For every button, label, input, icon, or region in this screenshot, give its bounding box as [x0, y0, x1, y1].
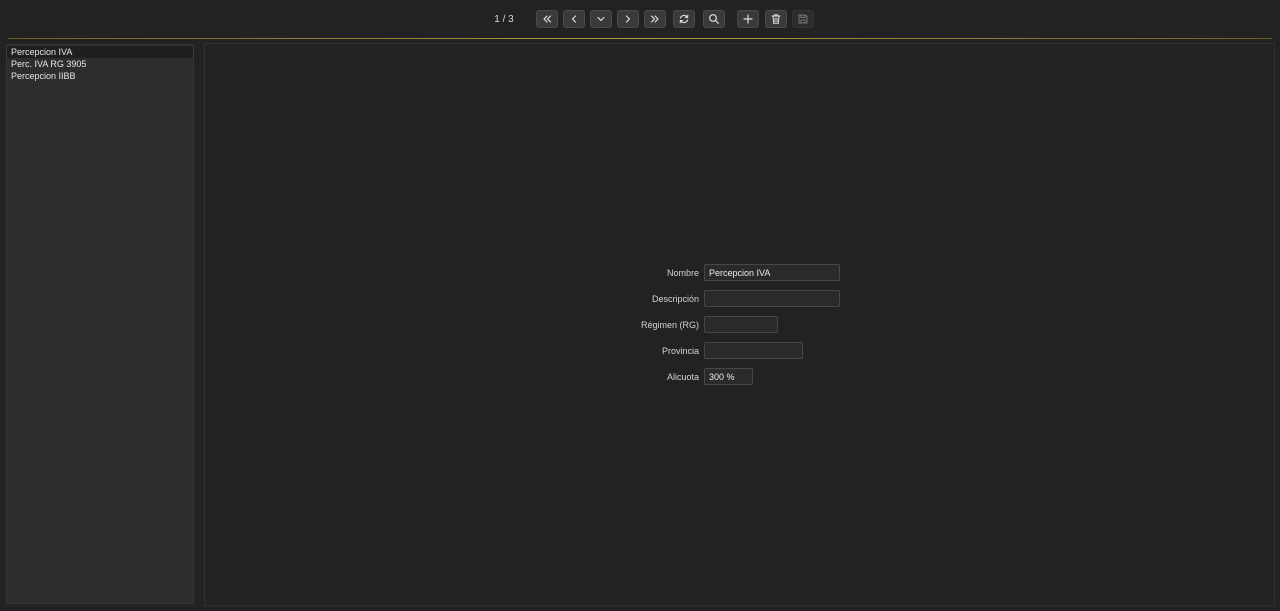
next-record-button[interactable]: [617, 10, 639, 28]
refresh-icon: [679, 14, 689, 24]
toolbar-divider: [8, 38, 1272, 39]
alicuota-row: Alicuota: [505, 369, 699, 387]
descripcion-row: Descripción: [505, 291, 699, 309]
plus-icon: [743, 14, 753, 24]
descripcion-label: Descripción: [651, 294, 699, 304]
provincia-select[interactable]: [704, 342, 803, 359]
chevron-right-icon: [625, 15, 631, 23]
nombre-label: Nombre: [666, 268, 699, 278]
previous-record-button[interactable]: [563, 10, 585, 28]
dropdown-button[interactable]: [590, 10, 612, 28]
list-item-percepcion-iva[interactable]: Percepcion IVA: [7, 46, 193, 58]
first-record-button[interactable]: [536, 10, 558, 28]
delete-button[interactable]: [765, 10, 787, 28]
search-button[interactable]: [703, 10, 725, 28]
toolbar: 1 / 3: [0, 0, 1280, 38]
double-chevron-right-icon: [650, 15, 659, 23]
trash-icon: [771, 14, 781, 24]
add-button[interactable]: [737, 10, 759, 28]
last-record-button[interactable]: [644, 10, 666, 28]
save-button[interactable]: [792, 10, 814, 28]
provincia-label: Provincia: [661, 346, 699, 356]
list-item-percepcion-iibb[interactable]: Percepcion IIBB: [7, 70, 193, 82]
nombre-row: Nombre: [505, 265, 699, 283]
provincia-row: Provincia: [505, 343, 699, 361]
refresh-button[interactable]: [673, 10, 695, 28]
nombre-input[interactable]: [704, 264, 840, 281]
descripcion-input[interactable]: [704, 290, 840, 307]
record-counter: 1 / 3: [494, 14, 514, 25]
chevron-down-icon: [597, 16, 605, 22]
regimen-row: Régimen (RG): [505, 317, 699, 335]
list-item-perc-iva-rg-3905[interactable]: Perc. IVA RG 3905: [7, 58, 193, 70]
alicuota-label: Alicuota: [666, 372, 699, 382]
detail-panel: Nombre Descripción Régimen (RG) Provinci…: [204, 43, 1275, 606]
search-icon: [709, 14, 719, 24]
app-window: 1 / 3 Percepcion IVA Perc. IVA RG 3905 P…: [0, 0, 1280, 611]
double-chevron-left-icon: [543, 15, 552, 23]
regimen-label: Régimen (RG): [640, 320, 699, 330]
alicuota-input[interactable]: [704, 368, 753, 385]
regimen-input[interactable]: [704, 316, 778, 333]
save-icon: [798, 14, 808, 24]
record-list: Percepcion IVA Perc. IVA RG 3905 Percepc…: [6, 44, 194, 604]
chevron-left-icon: [571, 15, 577, 23]
